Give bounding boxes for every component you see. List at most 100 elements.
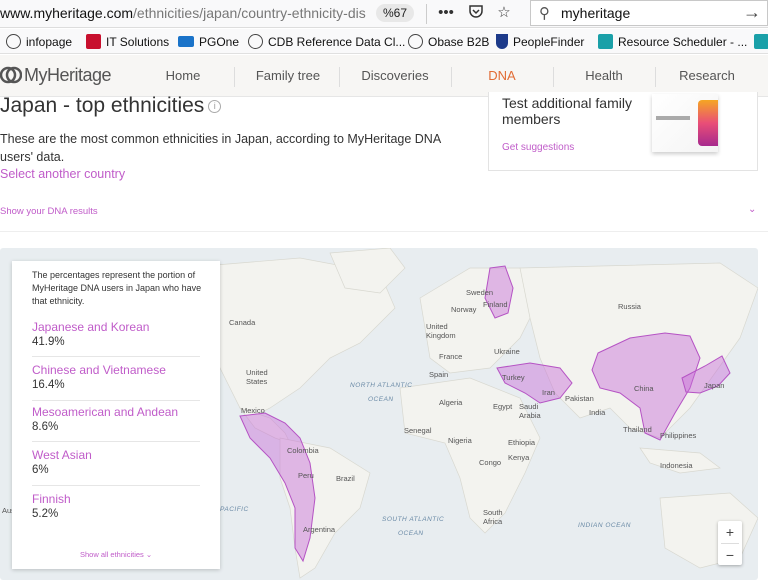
zoom-in-button[interactable]: + xyxy=(718,521,742,543)
nav-research[interactable]: Research xyxy=(672,68,742,83)
bookmark-it-solutions[interactable]: IT Solutions xyxy=(86,33,169,51)
get-suggestions-link[interactable]: Get suggestions xyxy=(502,142,574,153)
bookmark-obase[interactable]: Obase B2B xyxy=(408,33,489,51)
section-divider xyxy=(0,231,768,232)
nav-divider xyxy=(655,67,656,87)
bookmark-star-icon[interactable]: ☆ xyxy=(494,3,514,23)
toolbar-separator xyxy=(426,4,427,24)
zoom-badge[interactable]: %67 xyxy=(376,4,415,22)
arrow-right-icon[interactable]: → xyxy=(743,2,761,23)
map-label-south-atlantic: SOUTH ATLANTIC xyxy=(382,516,445,523)
sap-icon xyxy=(178,36,194,47)
map-label-iran: Iran xyxy=(542,388,555,397)
nav-divider xyxy=(339,67,340,87)
now-icon xyxy=(86,34,101,49)
map-label-kenya: Kenya xyxy=(508,453,530,462)
map-label-argentina: Argentina xyxy=(303,525,336,534)
nav-health[interactable]: Health xyxy=(574,68,634,83)
scheduler-icon xyxy=(598,34,613,49)
info-icon[interactable]: i xyxy=(208,100,222,113)
ethnicity-name[interactable]: Finnish xyxy=(32,492,200,506)
nav-dna[interactable]: DNA xyxy=(472,68,532,83)
map-label-france: France xyxy=(439,352,463,361)
map-label-north-atlantic: NORTH ATLANTIC xyxy=(350,382,413,389)
map-label-spain: Spain xyxy=(429,370,449,379)
bookmark-resource-scheduler[interactable]: Resource Scheduler - ... xyxy=(598,33,747,51)
map-label-turkey: Turkey xyxy=(502,373,525,382)
bookmark-pgone[interactable]: PGOne xyxy=(178,33,239,51)
myheritage-logo[interactable]: MyHeritage xyxy=(0,65,112,86)
ethnicity-row-chinese-vietnamese[interactable]: Chinese and Vietnamese 16.4% xyxy=(32,363,200,401)
search-icon: ⚲ xyxy=(539,5,550,22)
map-label-finland: Finland xyxy=(483,300,508,309)
map-label-philippines: Philippines xyxy=(660,431,697,440)
shield-icon xyxy=(496,34,508,49)
map-label-nigeria: Nigeria xyxy=(448,436,472,445)
map-label-india: India xyxy=(589,408,606,417)
map-label-congo: Congo xyxy=(479,458,502,467)
bookmark-peoplefinder[interactable]: PeopleFinder xyxy=(496,33,584,51)
map-label-uk: United Kingdom xyxy=(426,322,456,340)
map-label-united-states: United States xyxy=(246,368,268,386)
bookmark-cdb[interactable]: CDB Reference Data Cl... xyxy=(248,33,405,51)
ethnicity-percent: 6% xyxy=(32,464,49,476)
map-label-ukraine: Ukraine xyxy=(494,347,520,356)
ethnicity-percent: 41.9% xyxy=(32,336,65,348)
map-label-china: China xyxy=(634,384,654,393)
nav-divider xyxy=(451,67,452,87)
browser-toolbar: www.myheritage.com/ethnicities/japan/cou… xyxy=(0,0,768,28)
ethnicity-row-japanese-korean[interactable]: Japanese and Korean 41.9% xyxy=(32,320,200,357)
map-label-norway: Norway xyxy=(451,305,477,314)
ethnicity-name[interactable]: West Asian xyxy=(32,448,200,462)
map-label-brazil: Brazil xyxy=(336,474,355,483)
promo-title: Test additional family members xyxy=(502,95,632,127)
select-country-link[interactable]: Select another country xyxy=(0,167,125,181)
map-label-algeria: Algeria xyxy=(439,398,463,407)
scheduler-icon xyxy=(754,34,768,49)
pocket-icon[interactable] xyxy=(466,3,486,23)
dna-kit-image xyxy=(652,94,718,152)
map-label-thailand: Thailand xyxy=(623,425,652,434)
nav-family-tree[interactable]: Family tree xyxy=(248,68,328,83)
bookmark-infopage[interactable]: infopage xyxy=(6,33,72,51)
legend-description: The percentages represent the portion of… xyxy=(32,270,202,306)
map-label-pacific: PACIFIC xyxy=(220,506,249,513)
ethnicity-row-finnish[interactable]: Finnish 5.2% xyxy=(32,492,200,528)
ethnicity-name[interactable]: Mesoamerican and Andean xyxy=(32,405,200,419)
map-label-ethiopia: Ethiopia xyxy=(508,438,536,447)
ethnicity-percent: 16.4% xyxy=(32,379,65,391)
nav-discoveries[interactable]: Discoveries xyxy=(354,68,436,83)
search-input[interactable] xyxy=(561,4,741,22)
show-dna-results-link[interactable]: Show your DNA results xyxy=(0,206,98,217)
zoom-out-button[interactable]: − xyxy=(718,544,742,566)
map-label-senegal: Senegal xyxy=(404,426,432,435)
map-label-ocean: OCEAN xyxy=(398,530,424,537)
chevron-down-icon: ⌄ xyxy=(145,550,153,559)
show-all-ethnicities-link[interactable]: Show all ethnicities ⌄ xyxy=(80,550,152,559)
nav-divider xyxy=(553,67,554,87)
search-box: ⚲ → xyxy=(530,0,768,26)
url-field[interactable]: www.myheritage.com/ethnicities/japan/cou… xyxy=(0,5,368,21)
map-zoom-controls: + − xyxy=(718,521,742,565)
logo-mark-icon xyxy=(0,66,22,84)
map-label-mexico: Mexico xyxy=(241,406,265,415)
map-label-sweden: Sweden xyxy=(466,288,494,297)
ethnicity-name[interactable]: Chinese and Vietnamese xyxy=(32,363,200,377)
ethnicity-name[interactable]: Japanese and Korean xyxy=(32,320,200,334)
intro-text: These are the most common ethnicities in… xyxy=(0,132,441,164)
map-label-canada: Canada xyxy=(229,318,256,327)
kit-swirl xyxy=(698,100,718,146)
map-label-south-africa: South Africa xyxy=(483,508,503,526)
bookmark-overflow[interactable] xyxy=(754,33,768,51)
ethnicity-row-mesoamerican-andean[interactable]: Mesoamerican and Andean 8.6% xyxy=(32,405,200,442)
globe-icon xyxy=(248,34,263,49)
nav-home[interactable]: Home xyxy=(150,68,216,83)
ethnicity-percent: 8.6% xyxy=(32,421,59,433)
more-icon[interactable]: ••• xyxy=(436,3,456,23)
ethnicity-legend-card: The percentages represent the portion of… xyxy=(12,261,220,569)
ethnicity-row-west-asian[interactable]: West Asian 6% xyxy=(32,448,200,486)
chevron-down-icon[interactable]: ⌄ xyxy=(748,204,756,215)
globe-icon xyxy=(6,34,21,49)
ethnicity-percent: 5.2% xyxy=(32,508,59,520)
kit-logo xyxy=(656,116,690,120)
